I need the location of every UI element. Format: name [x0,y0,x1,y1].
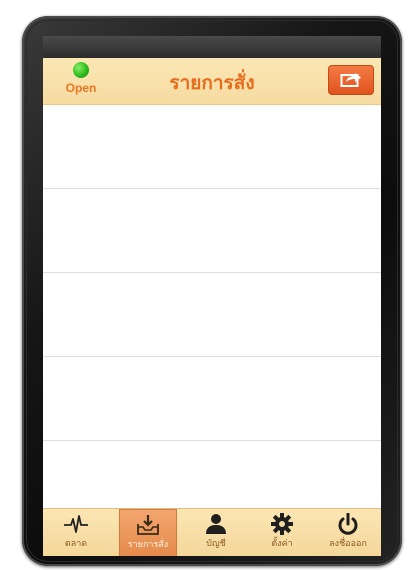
list-item[interactable] [43,105,381,189]
gear-icon [271,513,293,535]
share-button[interactable] [328,65,374,95]
person-icon [206,514,226,534]
tab-bar: ตลาด รายการสั่ง บัญชี ตั้งค่า ลงชื่อออก [43,508,381,556]
nav-header: Open รายการสั่ง [43,58,381,105]
power-icon [338,513,358,535]
list-item[interactable] [43,189,381,273]
tab-account[interactable]: บัญชี [187,509,245,556]
tab-orders[interactable]: รายการสั่ง [119,509,177,556]
page-title: รายการสั่ง [169,72,255,94]
list-item[interactable] [43,273,381,357]
pulse-icon [64,515,88,533]
tab-label: บัญชี [206,539,226,549]
tab-label: ตั้งค่า [271,539,293,549]
tab-label: รายการสั่ง [127,540,169,550]
app-screen: Open รายการสั่ง ตลาด รายการสั่ง บัญชี ตั… [43,36,381,556]
status-bar [43,36,381,58]
tab-logout[interactable]: ลงชื่อออก [319,509,377,556]
market-open-status[interactable]: Open [61,62,101,100]
tab-label: ตลาด [64,539,88,549]
share-icon [340,73,361,87]
tab-market[interactable]: ตลาด [47,509,105,556]
open-label: Open [65,81,97,95]
tablet-frame: Open รายการสั่ง ตลาด รายการสั่ง บัญชี ตั… [22,16,402,566]
tab-settings[interactable]: ตั้งค่า [253,509,311,556]
inbox-download-icon [137,515,159,535]
order-list [43,105,381,524]
tab-label: ลงชื่อออก [329,539,367,549]
list-item[interactable] [43,357,381,441]
status-dot-icon [73,62,89,78]
